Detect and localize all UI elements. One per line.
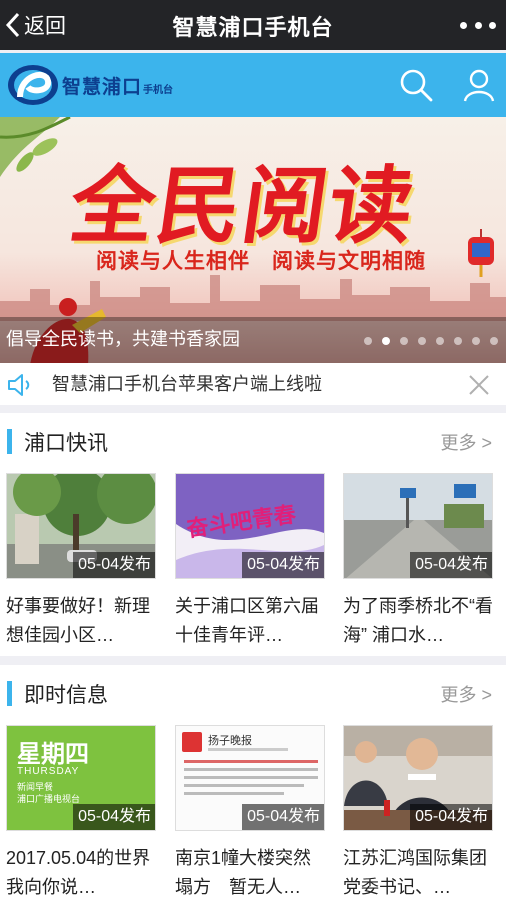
news-card[interactable]: 扬子晚报 05-04发布 南京1幢大楼突然塌方 暂无人… (175, 725, 325, 900)
logo-text: 智慧浦口 (62, 76, 143, 98)
logo-subtext: 手机台 (143, 84, 174, 96)
section-title: 即时信息 (24, 684, 108, 707)
speaker-icon (8, 374, 30, 396)
news-card[interactable]: 05-04发布 江苏汇鸿国际集团党委书记、… (343, 725, 493, 900)
carousel-dot[interactable] (382, 337, 390, 345)
news-title: 关于浦口区第六届十佳青年评… (175, 596, 319, 645)
lantern-decoration (468, 229, 494, 277)
section-title: 浦口快讯 (24, 432, 108, 455)
news-thumbnail: 星期四 THURSDAY 新闻早餐 浦口广播电视台 05-04发布 (6, 725, 156, 831)
close-icon[interactable] (468, 374, 490, 396)
dot-icon (489, 21, 496, 29)
news-card[interactable]: 奋斗吧青春 05-04发布 关于浦口区第六届十佳青年评… (175, 473, 325, 651)
news-title: 为了雨季桥北不“看海” 浦口水… (343, 596, 493, 645)
user-icon[interactable] (461, 67, 497, 103)
publish-date: 05-04发布 (73, 552, 155, 578)
carousel-dot[interactable] (472, 337, 480, 345)
thumbnail-sub3: 浦口广播电视台 (17, 794, 81, 804)
wechat-navbar: 返回 智慧浦口手机台 (0, 0, 506, 50)
section-accent-bar (7, 429, 12, 454)
news-thumbnail: 05-04发布 (343, 473, 493, 579)
publish-date: 05-04发布 (242, 552, 324, 578)
notice-text[interactable]: 智慧浦口手机台苹果客户端上线啦 (52, 370, 322, 396)
news-title: 好事要做好！新理想佳园小区… (6, 596, 150, 645)
carousel-dot[interactable] (436, 337, 444, 345)
news-card[interactable]: 星期四 THURSDAY 新闻早餐 浦口广播电视台 05-04发布 2017.0… (6, 725, 158, 900)
publish-date: 05-04发布 (410, 804, 492, 830)
search-icon[interactable] (398, 67, 434, 103)
notice-bar: 智慧浦口手机台苹果客户端上线啦 (0, 363, 506, 405)
news-title: 江苏汇鸿国际集团党委书记、… (343, 848, 487, 897)
carousel-dot[interactable] (400, 337, 408, 345)
site-logo[interactable]: 智慧浦口 手机台 (6, 63, 173, 107)
more-menu-button[interactable] (460, 13, 496, 37)
banner-caption: 倡导全民读书，共建书香家园 (6, 329, 240, 349)
news-card[interactable]: 05-04发布 好事要做好！新理想佳园小区… (6, 473, 156, 651)
banner-subtitle-left: 阅读与人生相伴 (96, 250, 250, 273)
news-thumbnail: 05-04发布 (343, 725, 493, 831)
news-thumbnail: 奋斗吧青春 05-04发布 (175, 473, 325, 579)
banner-subtitle-right: 阅读与文明相随 (272, 250, 426, 273)
banner-carousel[interactable]: 全民阅读 阅读与人生相伴 阅读与文明相随 倡导全民读书，共建书香家园 (0, 117, 506, 363)
section-header: 即时信息 更多 > (0, 679, 506, 709)
publish-date: 05-04发布 (410, 552, 492, 578)
banner-headline: 全民阅读 (64, 156, 423, 255)
carousel-dot[interactable] (418, 337, 426, 345)
dot-icon (460, 21, 467, 29)
news-thumbnail: 05-04发布 (6, 473, 156, 579)
publish-date: 05-04发布 (242, 804, 324, 830)
section-accent-bar (7, 681, 12, 706)
more-link[interactable]: 更多 > (440, 681, 492, 707)
site-header: 智慧浦口 手机台 (0, 53, 506, 117)
news-thumbnail: 扬子晚报 05-04发布 (175, 725, 325, 831)
thumbnail-sub: THURSDAY (17, 766, 80, 777)
more-link[interactable]: 更多 > (440, 429, 492, 455)
section-header: 浦口快讯 更多 > (0, 427, 506, 457)
carousel-indicators (364, 337, 498, 345)
publish-date: 05-04发布 (73, 804, 155, 830)
news-title: 2017.05.04的世界 我向你说… (6, 848, 158, 897)
news-title: 南京1幢大楼突然塌方 暂无人… (175, 848, 312, 897)
carousel-dot[interactable] (364, 337, 372, 345)
thumbnail-headline: 星期四 (17, 741, 89, 768)
news-card[interactable]: 05-04发布 为了雨季桥北不“看海” 浦口水… (343, 473, 493, 651)
dot-icon (474, 21, 482, 29)
logo-icon (8, 65, 58, 105)
section-instant-info: 即时信息 更多 > 星期四 THURSDAY 新闻早餐 浦口广播电视台 05-0… (0, 665, 506, 900)
page-title: 智慧浦口手机台 (172, 15, 334, 40)
section-puko-news: 浦口快讯 更多 > 05-04发布 好事要做好！新理想佳园小区… 奋斗吧青春 0… (0, 413, 506, 656)
carousel-dot[interactable] (490, 337, 498, 345)
carousel-dot[interactable] (454, 337, 462, 345)
